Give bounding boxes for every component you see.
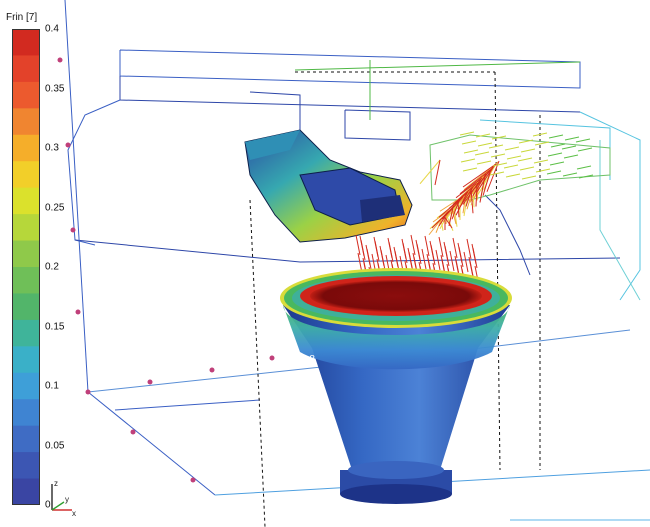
colorbar-band bbox=[12, 293, 40, 321]
velocity-vector bbox=[504, 146, 520, 151]
velocity-vector bbox=[549, 161, 565, 166]
colorbar-tick-label: 0.1 bbox=[45, 380, 59, 392]
velocity-vector bbox=[503, 164, 519, 169]
velocity-vector bbox=[460, 158, 476, 163]
velocity-vector bbox=[548, 134, 564, 139]
velocity-vector bbox=[474, 151, 490, 156]
colorbar-band bbox=[12, 478, 40, 505]
colorbar-tick-label: 0.15 bbox=[45, 321, 65, 332]
velocity-vector bbox=[461, 140, 477, 145]
colorbar-band bbox=[12, 187, 40, 215]
colorbar-band bbox=[12, 240, 40, 268]
velocity-vector bbox=[561, 145, 577, 150]
velocity-vector bbox=[359, 235, 365, 257]
velocity-vector bbox=[563, 154, 579, 159]
velocity-vector bbox=[379, 245, 385, 267]
velocity-vector bbox=[534, 141, 550, 146]
velocity-vector bbox=[443, 241, 449, 263]
velocity-vector bbox=[505, 173, 521, 178]
velocity-vector bbox=[519, 166, 535, 171]
colorbar-band bbox=[12, 346, 40, 374]
probe-point-label: 7.8 bbox=[301, 354, 315, 365]
velocity-vector bbox=[419, 159, 441, 185]
axis-triad[interactable]: z x y bbox=[42, 478, 82, 518]
colorbar-band bbox=[12, 108, 40, 136]
velocity-vector bbox=[550, 143, 566, 148]
velocity-vector bbox=[575, 138, 591, 143]
colorbar-tick-label: 0.05 bbox=[45, 440, 65, 451]
velocity-vector bbox=[462, 167, 478, 172]
y-axis-label: y bbox=[65, 495, 69, 504]
velocity-vector bbox=[546, 170, 562, 175]
hopper-cone bbox=[280, 268, 512, 504]
velocity-vector bbox=[533, 159, 549, 164]
colorbar-band bbox=[12, 55, 40, 83]
velocity-vector bbox=[490, 153, 506, 158]
velocity-vector bbox=[489, 171, 505, 176]
velocity-vector bbox=[521, 175, 537, 180]
velocity-vector bbox=[355, 234, 361, 256]
velocity-vector bbox=[407, 247, 413, 269]
feed-chute-contour bbox=[244, 129, 413, 243]
velocity-vector bbox=[424, 235, 430, 257]
velocity-vector bbox=[373, 236, 379, 258]
colorbar-tick-label: 0.4 bbox=[45, 23, 59, 35]
velocity-vector bbox=[520, 148, 536, 153]
colorbar-band bbox=[12, 372, 40, 400]
velocity-vector bbox=[506, 155, 522, 160]
velocity-vector bbox=[393, 246, 399, 268]
colorbar-tick-label: 0.2 bbox=[45, 261, 59, 273]
colorbar-title: Frin [7] bbox=[6, 12, 38, 23]
colorbar-band bbox=[12, 452, 40, 480]
velocity-vector bbox=[415, 239, 421, 261]
velocity-vector bbox=[577, 147, 593, 152]
velocity-vector bbox=[477, 142, 493, 147]
velocity-vector bbox=[410, 234, 416, 256]
colorbar-tick-label: 0.3 bbox=[45, 142, 59, 154]
velocity-vector bbox=[562, 172, 578, 177]
velocity-vector bbox=[434, 159, 441, 186]
colorbar-band bbox=[12, 214, 40, 242]
velocity-vector bbox=[463, 251, 469, 273]
velocity-vector bbox=[459, 131, 475, 136]
colorbar-tick-label: 0.35 bbox=[45, 83, 65, 94]
velocity-vector bbox=[471, 243, 477, 265]
3d-viewport[interactable]: 7.8 Frin [7] 0.4 0.35 0.3 0.25 0.2 0.15 0.1 0.0… bbox=[0, 0, 650, 527]
velocity-vector bbox=[452, 237, 458, 259]
colorbar-band bbox=[12, 161, 40, 189]
velocity-vector bbox=[429, 240, 435, 262]
velocity-vector bbox=[401, 238, 407, 260]
colorbar-band bbox=[12, 319, 40, 347]
z-axis-label: z bbox=[54, 479, 58, 488]
velocity-vector bbox=[517, 157, 533, 162]
velocity-vector bbox=[438, 236, 444, 258]
colorbar-band bbox=[12, 267, 40, 294]
colorbar-band bbox=[12, 81, 40, 109]
velocity-vector bbox=[466, 238, 472, 260]
velocity-vector bbox=[576, 165, 592, 170]
velocity-vector bbox=[449, 250, 455, 272]
velocity-vector bbox=[463, 149, 479, 154]
mesh-reference-dots bbox=[57, 57, 275, 483]
simulation-scene[interactable]: 7.8 bbox=[0, 0, 650, 527]
velocity-vector bbox=[365, 244, 371, 266]
velocity-vector bbox=[564, 136, 580, 141]
y-axis-icon bbox=[51, 501, 65, 511]
velocity-vector bbox=[547, 152, 563, 157]
colorbar-tick-label: 0.25 bbox=[45, 202, 65, 213]
x-axis-label: x bbox=[72, 509, 76, 518]
colorbar-band bbox=[12, 399, 40, 427]
velocity-vector bbox=[535, 168, 551, 173]
colorbar-band bbox=[12, 134, 40, 162]
velocity-vector bbox=[421, 248, 427, 270]
velocity-vector bbox=[476, 160, 492, 165]
colorbar bbox=[12, 29, 40, 505]
colorbar-band bbox=[12, 425, 40, 453]
colorbar-band bbox=[12, 29, 40, 56]
velocity-vector bbox=[387, 237, 393, 259]
